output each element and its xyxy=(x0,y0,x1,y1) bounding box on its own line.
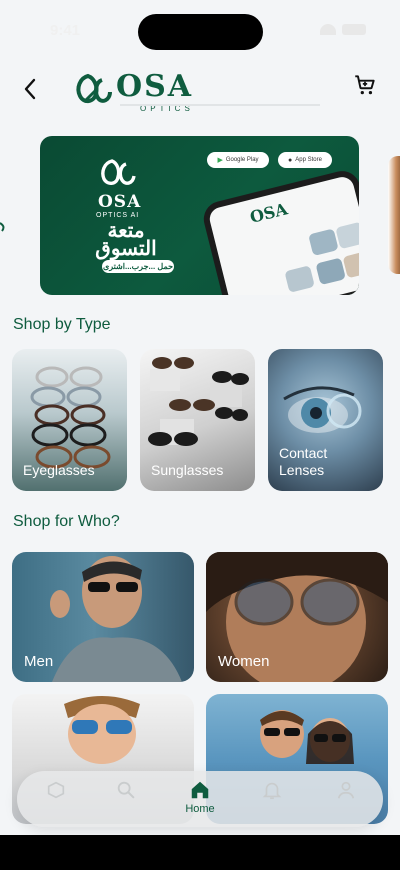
nav-item-profile[interactable] xyxy=(321,779,371,821)
who-card-label: Women xyxy=(218,653,270,670)
app-store-label: App Store xyxy=(295,157,322,163)
who-card-label: Men xyxy=(24,653,54,670)
status-bar: 9:41 xyxy=(0,0,400,60)
play-icon: ▶ xyxy=(217,157,223,164)
nav-item-notifications[interactable] xyxy=(247,779,297,821)
app-store-badge[interactable]: ● App Store xyxy=(278,152,332,168)
brand-name: OSA xyxy=(116,69,194,104)
bell-icon xyxy=(262,782,282,800)
banner-headline: متعة التسوق xyxy=(95,220,157,260)
shop-by-type-title: Shop by Type xyxy=(13,316,111,333)
shop-for-who-title: Shop for Who? xyxy=(13,513,120,530)
type-card-label: Eyeglasses xyxy=(23,462,95,478)
brand-logo: OSA OPTICS xyxy=(74,70,214,114)
phone-tile xyxy=(335,221,359,250)
osa-logo-mark xyxy=(76,73,112,104)
battery-icon xyxy=(342,24,366,35)
phone-tile xyxy=(315,257,346,286)
google-play-label: Google Play xyxy=(225,157,259,163)
home-indicator-area xyxy=(0,835,400,870)
phone-mockup: OSA xyxy=(200,167,359,295)
type-card-sunglasses[interactable]: Sunglasses xyxy=(140,349,255,491)
promo-banner[interactable]: OSA OPTICS AI متعة التسوق حمل ...جرب...ا… xyxy=(40,136,359,295)
cart-button[interactable] xyxy=(352,72,378,98)
who-card-women[interactable]: Women xyxy=(206,552,388,682)
header-divider xyxy=(120,104,320,106)
home-icon xyxy=(191,781,209,799)
nav-item-search[interactable] xyxy=(101,779,151,821)
who-card-men[interactable]: Men xyxy=(12,552,194,682)
box-icon xyxy=(47,781,65,799)
banner-brand: OSA xyxy=(98,192,142,212)
google-play-badge[interactable]: ▶ Google Play xyxy=(207,152,269,168)
bottom-navigation: Home xyxy=(17,771,383,827)
wifi-icon xyxy=(320,24,336,35)
phone-tile xyxy=(284,265,315,293)
nav-home-label: Home xyxy=(185,803,215,815)
phone-tile xyxy=(308,228,339,257)
carousel-next-peek[interactable] xyxy=(388,156,400,274)
banner-logo-mark xyxy=(101,159,136,185)
back-button[interactable] xyxy=(16,74,44,104)
phone-brand: OSA xyxy=(248,199,290,227)
banner-brand-subtitle: OPTICS AI xyxy=(96,212,140,219)
carousel-prev-peek xyxy=(0,222,5,232)
type-card-label: Sunglasses xyxy=(151,462,224,478)
phone-screen: OSA xyxy=(207,174,359,295)
person-icon xyxy=(337,781,355,799)
apple-icon: ● xyxy=(288,156,293,164)
chevron-left-icon xyxy=(24,78,36,100)
dynamic-island xyxy=(138,14,263,50)
status-icons xyxy=(320,24,366,35)
banner-tagline: حمل ...جرب...اشترى xyxy=(102,260,174,273)
type-card-contact-lenses[interactable]: Contact Lenses xyxy=(268,349,383,491)
nav-item-home[interactable]: Home xyxy=(175,779,225,821)
cart-icon xyxy=(355,75,375,95)
nav-item-orders[interactable] xyxy=(31,779,81,821)
type-card-label: Contact Lenses xyxy=(279,445,328,478)
search-icon xyxy=(117,781,135,799)
type-card-eyeglasses[interactable]: Eyeglasses xyxy=(12,349,127,491)
status-time: 9:41 xyxy=(50,22,81,39)
app-header: OSA OPTICS xyxy=(0,64,400,116)
